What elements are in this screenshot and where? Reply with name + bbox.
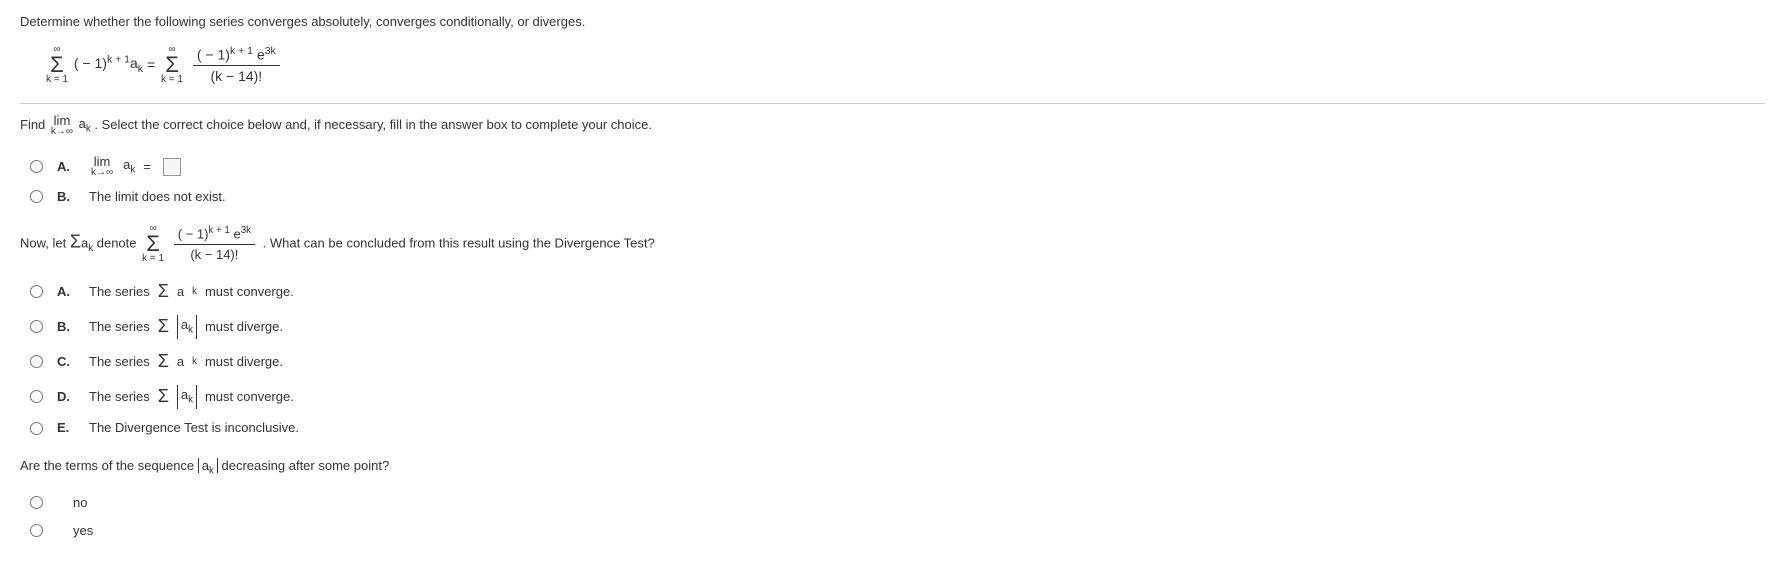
q1-option-b[interactable]: B. The limit does not exist. [30, 187, 1765, 207]
divider [20, 103, 1765, 104]
q2-radio-d[interactable] [30, 390, 43, 403]
q2-option-e[interactable]: E. The Divergence Test is inconclusive. [30, 418, 1765, 438]
statement-text: Determine whether the following series c… [20, 14, 585, 29]
q1-option-a[interactable]: A. lim k→∞ ak = [30, 155, 1765, 178]
q3-prompt: Are the terms of the sequence ak decreas… [20, 456, 1765, 479]
q1-text-b: The limit does not exist. [89, 187, 226, 207]
limit-expr: lim k→∞ [51, 114, 73, 137]
problem-statement: Determine whether the following series c… [20, 12, 1765, 32]
limit-answer-input[interactable] [163, 158, 181, 176]
q1-radio-b[interactable] [30, 190, 43, 203]
q3-option-no[interactable]: no [30, 493, 1765, 513]
q3-option-yes[interactable]: yes [30, 521, 1765, 541]
q2-option-d[interactable]: D. The series Σ ak must converge. [30, 383, 1765, 410]
q2-radio-b[interactable] [30, 320, 43, 333]
q1-radio-a[interactable] [30, 160, 43, 173]
q3-radio-no[interactable] [30, 496, 43, 509]
series-formula: ∞ Σ k = 1 ( − 1)k + 1ak = ∞ Σ k = 1 ( − … [44, 44, 1765, 88]
q3-label-no: no [73, 493, 87, 513]
q1-label-a: A. [57, 157, 75, 177]
q2-radio-c[interactable] [30, 355, 43, 368]
q2-option-b[interactable]: B. The series Σ ak must diverge. [30, 313, 1765, 340]
term-left: ( − 1)k + 1ak [74, 55, 147, 71]
q2-prompt: Now, let Σak denote ∞ Σ k = 1 ( − 1)k + … [20, 224, 1765, 264]
q3-label-yes: yes [73, 521, 93, 541]
q1-prompt: Find lim k→∞ ak . Select the correct cho… [20, 114, 1765, 137]
q2-radio-e[interactable] [30, 422, 43, 435]
q2-radio-a[interactable] [30, 285, 43, 298]
q2-option-c[interactable]: C. The series Σak must diverge. [30, 348, 1765, 375]
sigma-left: ∞ Σ k = 1 [46, 45, 68, 85]
q2-option-a[interactable]: A. The series Σak must converge. [30, 278, 1765, 305]
q3-radio-yes[interactable] [30, 524, 43, 537]
sigma-right: ∞ Σ k = 1 [161, 45, 183, 85]
q1-label-b: B. [57, 187, 75, 207]
fraction: ( − 1)k + 1 e3k (k − 14)! [193, 44, 280, 88]
